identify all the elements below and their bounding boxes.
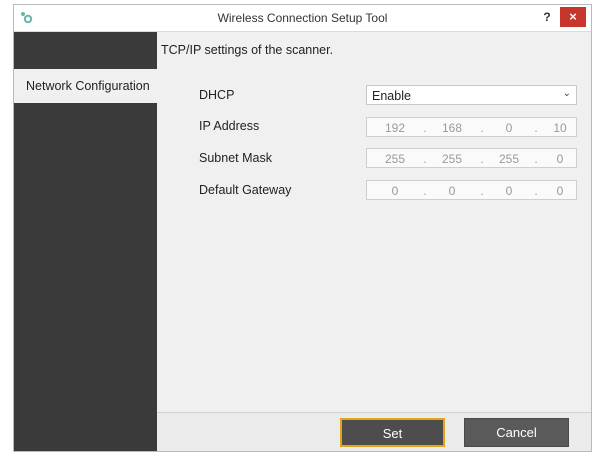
dhcp-select[interactable]: Enable ⌄ <box>366 85 577 105</box>
subnet-separator: . <box>480 152 484 166</box>
cancel-button[interactable]: Cancel <box>464 418 569 447</box>
ip-octet-3[interactable]: 0 <box>494 121 524 135</box>
gateway-separator: . <box>480 184 484 198</box>
gateway-octet-1[interactable]: 0 <box>380 184 410 198</box>
title-bar: Wireless Connection Setup Tool ? × <box>14 5 591 32</box>
set-button[interactable]: Set <box>340 418 445 447</box>
gateway-octet-2[interactable]: 0 <box>437 184 467 198</box>
page-heading: TCP/IP settings of the scanner. <box>161 43 334 57</box>
ip-octet-1[interactable]: 192 <box>380 121 410 135</box>
help-button[interactable]: ? <box>537 8 557 26</box>
subnet-mask-label: Subnet Mask <box>199 151 272 165</box>
gateway-octet-4[interactable]: 0 <box>545 184 575 198</box>
sidebar-empty-area <box>14 103 157 451</box>
window-title: Wireless Connection Setup Tool <box>217 11 388 25</box>
ip-octet-2[interactable]: 168 <box>437 121 467 135</box>
gateway-separator: . <box>534 184 538 198</box>
sidebar-item-network-configuration[interactable]: Network Configuration <box>14 69 157 103</box>
ip-address-label: IP Address <box>199 119 260 133</box>
subnet-separator: . <box>534 152 538 166</box>
subnet-octet-3[interactable]: 255 <box>494 152 524 166</box>
main-panel: TCP/IP settings of the scanner. DHCP Ena… <box>157 32 591 451</box>
gateway-separator: . <box>423 184 427 198</box>
subnet-separator: . <box>423 152 427 166</box>
dhcp-selected-value: Enable <box>372 89 411 103</box>
sidebar-header <box>14 32 157 60</box>
subnet-octet-1[interactable]: 255 <box>380 152 410 166</box>
ip-separator: . <box>534 121 538 135</box>
setup-window: Wireless Connection Setup Tool ? × Netwo… <box>13 4 592 452</box>
ip-octet-4[interactable]: 10 <box>545 121 575 135</box>
close-button[interactable]: × <box>560 7 586 27</box>
default-gateway-field[interactable]: 0 . 0 . 0 . 0 <box>366 180 577 200</box>
sidebar: Network Configuration <box>14 32 157 451</box>
chevron-down-icon: ⌄ <box>562 88 571 99</box>
gateway-octet-3[interactable]: 0 <box>494 184 524 198</box>
subnet-octet-2[interactable]: 255 <box>437 152 467 166</box>
subnet-octet-4[interactable]: 0 <box>545 152 575 166</box>
ip-address-field[interactable]: 192 . 168 . 0 . 10 <box>366 117 577 137</box>
dhcp-label: DHCP <box>199 88 235 102</box>
default-gateway-label: Default Gateway <box>199 183 292 197</box>
subnet-mask-field[interactable]: 255 . 255 . 255 . 0 <box>366 148 577 168</box>
ip-separator: . <box>480 121 484 135</box>
ip-separator: . <box>423 121 427 135</box>
